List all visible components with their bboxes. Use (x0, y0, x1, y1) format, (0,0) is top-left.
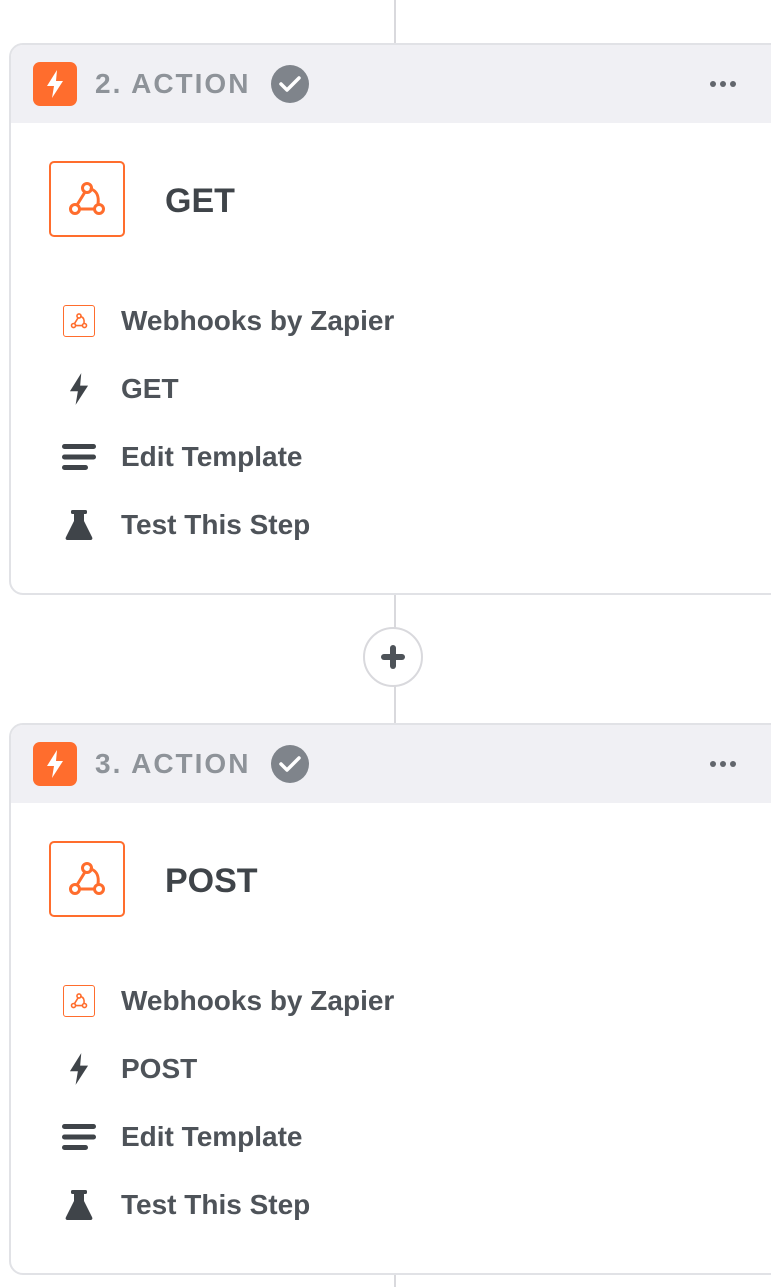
step-header[interactable]: 2. ACTION (11, 45, 771, 123)
icon-holder (59, 981, 99, 1021)
icon-holder (59, 301, 99, 341)
step-card-3[interactable]: 3. ACTION POST Webhooks by Zapier POST E… (9, 723, 771, 1275)
detail-test-label: Test This Step (121, 509, 311, 540)
dot (730, 81, 736, 87)
icon-holder (59, 1117, 99, 1157)
zap-editor-canvas: 2. ACTION GET Webhooks by Zapier GET Edi… (0, 0, 771, 1287)
connector-line-middle-lower (394, 686, 396, 723)
flask-icon (65, 510, 93, 540)
connector-line-middle-upper (394, 594, 396, 628)
detail-app-label: Webhooks by Zapier (121, 985, 395, 1016)
detail-row-event[interactable]: POST (59, 1049, 197, 1089)
step-badge (33, 62, 77, 106)
dot (710, 81, 716, 87)
more-options-button[interactable] (701, 70, 745, 98)
detail-row-test[interactable]: Test This Step (59, 505, 310, 545)
icon-holder (59, 369, 99, 409)
list-icon (62, 444, 96, 470)
icon-holder (59, 1049, 99, 1089)
dot (720, 761, 726, 767)
list-icon (62, 1124, 96, 1150)
plus-icon (381, 645, 405, 669)
more-options-button[interactable] (701, 750, 745, 778)
webhook-icon (63, 985, 95, 1017)
dot (720, 81, 726, 87)
webhook-icon (69, 862, 105, 895)
detail-event-label: POST (121, 1053, 198, 1084)
icon-holder (59, 1185, 99, 1225)
icon-holder (59, 505, 99, 545)
step-label: 2. ACTION (95, 68, 251, 99)
detail-template-label: Edit Template (121, 1121, 303, 1152)
lightning-icon (47, 750, 63, 778)
detail-template-label: Edit Template (121, 441, 303, 472)
detail-row-template[interactable]: Edit Template (59, 1117, 303, 1157)
app-tile[interactable] (49, 841, 125, 917)
check-circle-icon (271, 745, 309, 783)
step-title[interactable]: POST (165, 861, 258, 901)
detail-event-label: GET (121, 373, 179, 404)
step-badge (33, 742, 77, 786)
lightning-icon (69, 1053, 89, 1085)
check-circle-icon (271, 65, 309, 103)
app-tile[interactable] (49, 161, 125, 237)
icon-holder (59, 437, 99, 477)
step-label: 3. ACTION (95, 748, 251, 779)
detail-row-app[interactable]: Webhooks by Zapier (59, 981, 394, 1021)
add-step-button[interactable] (363, 627, 423, 687)
dot (710, 761, 716, 767)
flask-icon (65, 1190, 93, 1220)
dot (730, 761, 736, 767)
lightning-icon (69, 373, 89, 405)
detail-row-template[interactable]: Edit Template (59, 437, 303, 477)
webhook-icon (63, 305, 95, 337)
connector-line-bottom (394, 1274, 396, 1287)
detail-test-label: Test This Step (121, 1189, 311, 1220)
detail-app-label: Webhooks by Zapier (121, 305, 395, 336)
detail-row-app[interactable]: Webhooks by Zapier (59, 301, 394, 341)
webhook-icon (69, 182, 105, 215)
step-card-2[interactable]: 2. ACTION GET Webhooks by Zapier GET Edi… (9, 43, 771, 595)
lightning-icon (47, 70, 63, 98)
step-header[interactable]: 3. ACTION (11, 725, 771, 803)
step-title[interactable]: GET (165, 181, 235, 221)
detail-row-test[interactable]: Test This Step (59, 1185, 310, 1225)
detail-row-event[interactable]: GET (59, 369, 179, 409)
connector-line-top (394, 0, 396, 43)
